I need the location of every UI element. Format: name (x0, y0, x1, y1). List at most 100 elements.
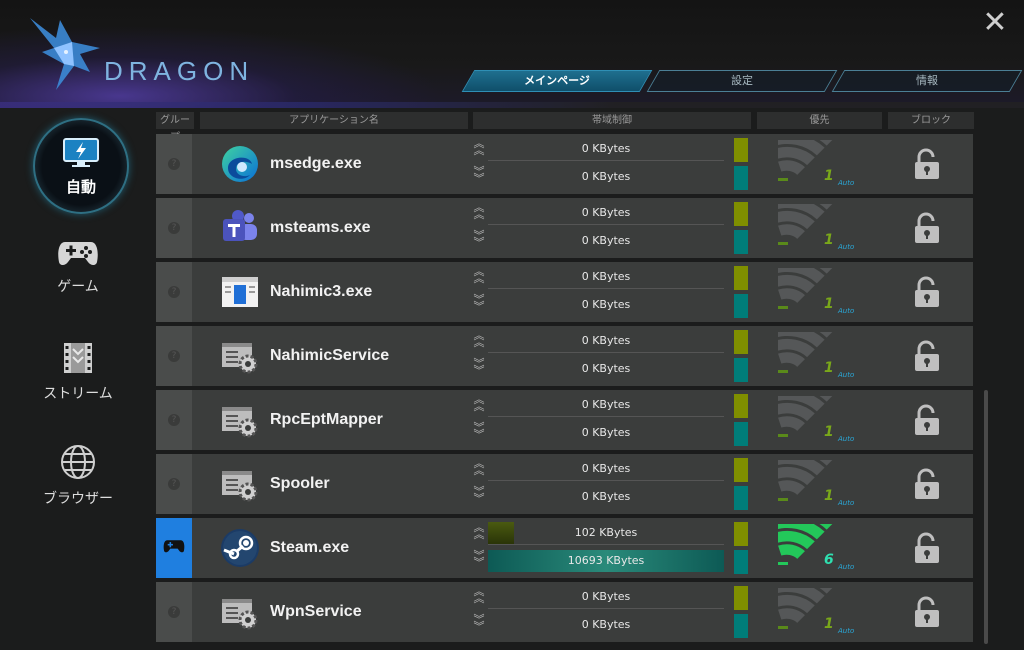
close-button[interactable]: ✕ (980, 8, 1010, 38)
upload-limit-level[interactable] (734, 586, 748, 610)
upload-arrow-icon[interactable]: ︽ ︽ (472, 458, 486, 478)
download-bandwidth-value: 0 KBytes (581, 490, 631, 503)
group-unassigned-icon: ? (168, 222, 180, 234)
group-cell[interactable]: ? (156, 134, 192, 194)
download-arrow-icon[interactable]: ︾ ︾ (472, 550, 486, 570)
sidebar-item-label: ストリーム (43, 386, 113, 402)
svg-text:6: 6 (824, 552, 834, 568)
download-arrow-icon[interactable]: ︾ ︾ (472, 614, 486, 634)
upload-arrow-icon[interactable]: ︽ ︽ (472, 394, 486, 414)
upload-arrow-icon[interactable]: ︽ ︽ (472, 138, 486, 158)
download-bandwidth-value: 0 KBytes (581, 234, 631, 247)
download-limit-level[interactable] (734, 486, 748, 510)
upload-bandwidth-value: 0 KBytes (581, 270, 631, 283)
svg-text:1: 1 (824, 168, 834, 184)
upload-limit-level[interactable] (734, 330, 748, 354)
group-cell[interactable]: ? (156, 582, 192, 642)
upload-arrow-icon[interactable]: ︽ ︽ (472, 586, 486, 606)
upload-bandwidth-fill (488, 522, 514, 544)
download-limit-level[interactable] (734, 614, 748, 638)
upload-bandwidth: 0 KBytes (488, 458, 724, 481)
sidebar-item-stream[interactable]: ストリーム (28, 341, 128, 403)
download-arrow-icon[interactable]: ︾ ︾ (472, 358, 486, 378)
upload-arrow-icon[interactable]: ︽ ︽ (472, 266, 486, 286)
upload-bandwidth: 102 KBytes (488, 522, 724, 545)
upload-limit-level[interactable] (734, 458, 748, 482)
group-cell[interactable]: ? (156, 198, 192, 258)
group-unassigned-icon: ? (168, 286, 180, 298)
download-arrow-icon[interactable]: ︾ ︾ (472, 166, 486, 186)
svg-text:1: 1 (824, 488, 834, 504)
group-cell[interactable]: ? (156, 390, 192, 450)
sidebar-item-label: 自動 (65, 178, 96, 196)
download-arrow-icon[interactable]: ︾ ︾ (472, 230, 486, 250)
unlock-icon[interactable] (912, 212, 942, 244)
scrollbar[interactable] (984, 390, 988, 644)
upload-limit-level[interactable] (734, 138, 748, 162)
upload-limit-level[interactable] (734, 202, 748, 226)
download-limit-level[interactable] (734, 358, 748, 382)
unlock-icon[interactable] (912, 468, 942, 500)
priority-gauge[interactable]: 1 Auto (778, 204, 870, 254)
upload-arrow-icon[interactable]: ︽ ︽ (472, 202, 486, 222)
unlock-icon[interactable] (912, 596, 942, 628)
tab-main-page[interactable]: メインページ (461, 70, 653, 92)
download-limit-level[interactable] (734, 166, 748, 190)
download-arrow-icon[interactable]: ︾ ︾ (472, 422, 486, 442)
sidebar-item-browser[interactable]: ブラウザー (28, 444, 128, 508)
upload-arrow-icon[interactable]: ︽ ︽ (472, 522, 486, 542)
download-limit-level[interactable] (734, 550, 748, 574)
upload-bandwidth-value: 0 KBytes (581, 334, 631, 347)
group-unassigned-icon: ? (168, 158, 180, 170)
priority-gauge[interactable]: 1 Auto (778, 588, 870, 638)
priority-gauge[interactable]: 1 Auto (778, 140, 870, 190)
app-name: RpcEptMapper (270, 411, 383, 428)
group-cell[interactable]: ? (156, 454, 192, 514)
group-cell[interactable]: ? (156, 326, 192, 386)
app-row-wpnservice: ? WpnService ︽ ︽ ︾ ︾ 0 KBytes 0 KBytes 1 Au… (156, 582, 973, 642)
upload-limit-level[interactable] (734, 266, 748, 290)
unlock-icon[interactable] (912, 532, 942, 564)
svg-text:Auto: Auto (837, 179, 854, 187)
unlock-icon[interactable] (912, 340, 942, 372)
globe-icon (61, 445, 95, 479)
upload-bandwidth-value: 102 KBytes (574, 526, 638, 539)
upload-bandwidth-value: 0 KBytes (581, 462, 631, 475)
download-limit-level[interactable] (734, 294, 748, 318)
download-bandwidth: 0 KBytes (488, 358, 724, 380)
download-limit-level[interactable] (734, 422, 748, 446)
priority-gauge[interactable]: 1 Auto (778, 332, 870, 382)
download-limit-level[interactable] (734, 230, 748, 254)
app-row-msedge-exe: ? msedge.exe ︽ ︽ ︾ ︾ 0 KBytes 0 KBytes 1 Au… (156, 134, 973, 194)
svg-text:Auto: Auto (837, 563, 854, 571)
upload-arrow-icon[interactable]: ︽ ︽ (472, 330, 486, 350)
group-cell[interactable] (156, 518, 192, 578)
group-unassigned-icon: ? (168, 414, 180, 426)
priority-gauge[interactable]: 1 Auto (778, 268, 870, 318)
sidebar-item-label: ブラウザー (43, 491, 113, 507)
priority-gauge[interactable]: 1 Auto (778, 460, 870, 510)
priority-gauge[interactable]: 6 Auto (778, 524, 870, 574)
unlock-icon[interactable] (912, 404, 942, 436)
upload-limit-level[interactable] (734, 394, 748, 418)
svg-text:1: 1 (824, 616, 834, 632)
sidebar-item-auto[interactable]: 自動 (33, 118, 129, 214)
unlock-icon[interactable] (912, 276, 942, 308)
upload-limit-level[interactable] (734, 522, 748, 546)
sidebar-item-game[interactable]: ゲーム (28, 238, 128, 296)
download-bandwidth: 0 KBytes (488, 166, 724, 188)
download-bandwidth: 0 KBytes (488, 230, 724, 252)
upload-bandwidth: 0 KBytes (488, 266, 724, 289)
download-arrow-icon[interactable]: ︾ ︾ (472, 294, 486, 314)
unlock-icon[interactable] (912, 148, 942, 180)
tab-settings[interactable]: 設定 (646, 70, 838, 92)
download-arrow-icon[interactable]: ︾ ︾ (472, 486, 486, 506)
tab-label: 設定 (731, 74, 753, 87)
app-header: DRAGON ✕ メインページ 設定 情報 (0, 0, 1024, 108)
group-cell[interactable]: ? (156, 262, 192, 322)
service-icon (220, 464, 260, 504)
tab-info[interactable]: 情報 (831, 70, 1023, 92)
upload-bandwidth: 0 KBytes (488, 330, 724, 353)
svg-text:Auto: Auto (837, 499, 854, 507)
priority-gauge[interactable]: 1 Auto (778, 396, 870, 446)
